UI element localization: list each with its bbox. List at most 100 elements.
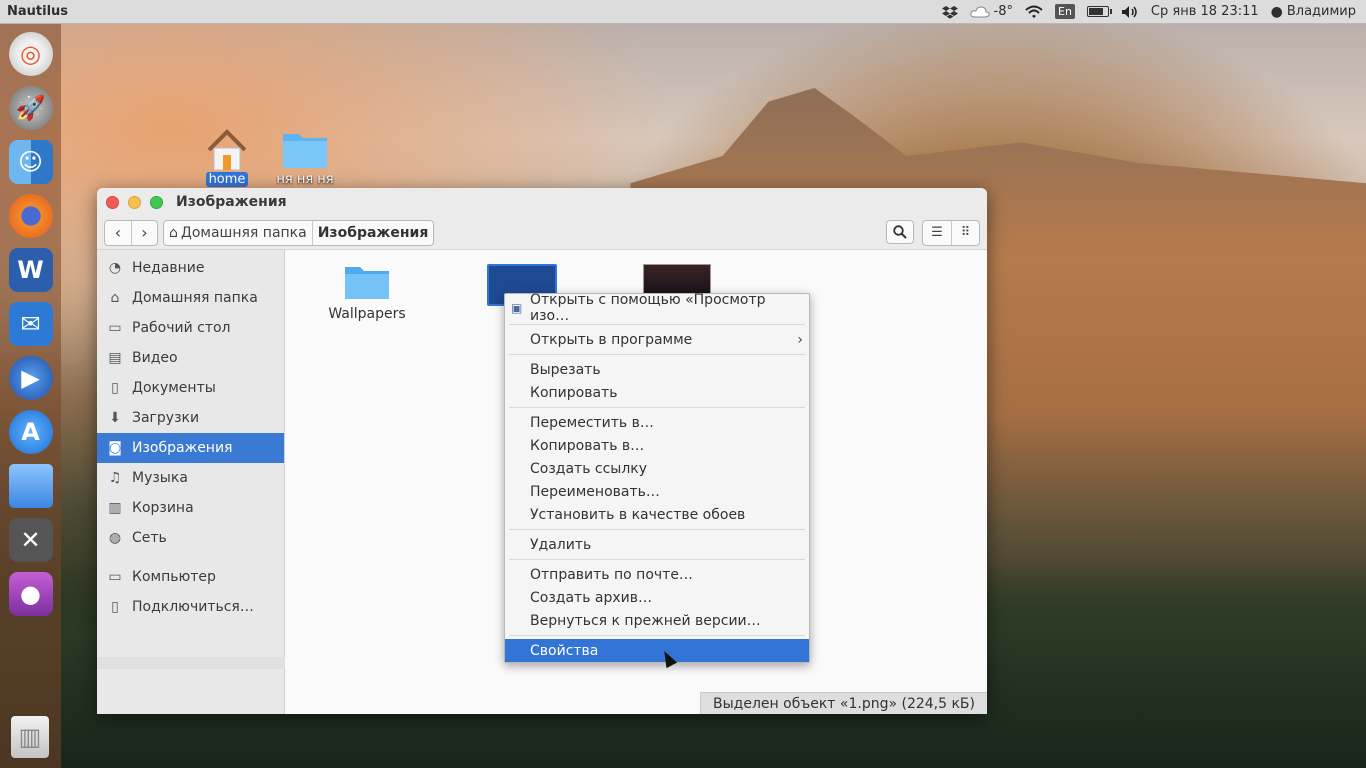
search-button[interactable] bbox=[886, 219, 914, 244]
maximize-button[interactable] bbox=[150, 195, 163, 209]
active-app-name: Nautilus bbox=[7, 4, 69, 19]
sidebar-item-label: Музыка bbox=[132, 470, 188, 486]
menu-item-send-by-email[interactable]: Отправить по почте… bbox=[505, 563, 809, 586]
trash-icon[interactable]: ▥ bbox=[11, 716, 49, 758]
context-menu: ▣ Открыть с помощью «Просмотр изо… Откры… bbox=[504, 292, 810, 663]
sidebar-item-label: Корзина bbox=[132, 500, 194, 516]
desktop-icon[interactable] bbox=[8, 464, 53, 508]
menu-separator bbox=[509, 324, 805, 325]
breadcrumb: ⌂ Домашняя папка Изображения bbox=[163, 219, 435, 246]
finder-icon[interactable]: ☺ bbox=[8, 140, 53, 184]
home-icon: ⌂ bbox=[110, 290, 120, 306]
menu-separator bbox=[509, 407, 805, 408]
menu-item-label: Открыть в программе bbox=[530, 331, 693, 348]
trash-icon: ▥ bbox=[108, 500, 122, 516]
downloads-icon: ⬇ bbox=[109, 410, 121, 426]
toolbar: ‹ › ⌂ Домашняя папка Изображения ☰ ⠿ bbox=[97, 216, 987, 250]
indicator-area: -8° En Ср янв 18 23:11 ● Владимир bbox=[941, 4, 1366, 20]
sidebar-item-network[interactable]: ◍ Сеть bbox=[97, 523, 284, 553]
menu-item-make-link[interactable]: Создать ссылку bbox=[505, 457, 809, 480]
wifi-icon[interactable] bbox=[1025, 5, 1043, 19]
window-titlebar[interactable]: Изображения bbox=[97, 188, 987, 216]
weather-indicator[interactable]: -8° bbox=[969, 4, 1013, 19]
rocket-launcher-icon[interactable]: 🚀 bbox=[8, 86, 53, 130]
breadcrumb-home[interactable]: ⌂ Домашняя папка bbox=[164, 221, 312, 245]
sidebar-item-pictures[interactable]: ◙ Изображения bbox=[97, 433, 284, 463]
desktop-icon: ▭ bbox=[108, 320, 122, 336]
file-item-name: Wallpapers bbox=[328, 306, 406, 322]
sidebar-item-label: Компьютер bbox=[132, 569, 216, 585]
menu-item-cut[interactable]: Вырезать bbox=[505, 358, 809, 381]
mail-bird-icon[interactable]: ✉ bbox=[8, 302, 53, 346]
menu-item-label: Установить в качестве обоев bbox=[530, 506, 746, 523]
close-button[interactable] bbox=[106, 195, 119, 209]
chevron-right-icon: › bbox=[797, 331, 803, 348]
desktop-item-folder[interactable]: ня ня ня bbox=[260, 128, 350, 187]
menu-item-revert-version[interactable]: Вернуться к прежней версии… bbox=[505, 609, 809, 632]
file-item-folder[interactable]: Wallpapers bbox=[315, 264, 419, 322]
system-tools-icon[interactable]: ✕ bbox=[8, 518, 53, 562]
app-store-icon[interactable]: A bbox=[8, 410, 53, 454]
sidebar-item-recent[interactable]: ◔ Недавние bbox=[97, 253, 284, 283]
menu-item-move-to[interactable]: Переместить в… bbox=[505, 411, 809, 434]
list-view-button[interactable]: ☰ bbox=[923, 221, 951, 245]
back-button[interactable]: ‹ bbox=[105, 221, 131, 245]
menu-item-copy-to[interactable]: Копировать в… bbox=[505, 434, 809, 457]
menu-item-copy[interactable]: Копировать bbox=[505, 381, 809, 404]
minimize-button[interactable] bbox=[128, 195, 141, 209]
firefox-icon[interactable] bbox=[8, 194, 53, 238]
menu-item-create-archive[interactable]: Создать архив… bbox=[505, 586, 809, 609]
sidebar-item-desktop[interactable]: ▭ Рабочий стол bbox=[97, 313, 284, 343]
grid-view-button[interactable]: ⠿ bbox=[951, 220, 979, 245]
menu-item-label: Вырезать bbox=[530, 361, 601, 378]
word-icon[interactable]: W bbox=[8, 248, 53, 292]
menu-item-set-wallpaper[interactable]: Установить в качестве обоев bbox=[505, 503, 809, 526]
menu-separator bbox=[509, 559, 805, 560]
dropbox-icon[interactable] bbox=[941, 5, 958, 19]
sidebar-item-label: Видео bbox=[132, 350, 178, 366]
desktop-item-home[interactable]: home bbox=[182, 128, 272, 187]
volume-icon[interactable] bbox=[1121, 5, 1139, 19]
keyboard-layout-indicator[interactable]: En bbox=[1055, 4, 1075, 19]
menu-item-label: Удалить bbox=[530, 536, 592, 553]
breadcrumb-current[interactable]: Изображения bbox=[311, 220, 434, 245]
sidebar-item-label: Документы bbox=[132, 380, 216, 396]
connect-icon: ▯ bbox=[111, 599, 119, 615]
sidebar-item-documents[interactable]: ▯ Документы bbox=[97, 373, 284, 403]
forward-button[interactable]: › bbox=[131, 220, 157, 245]
user-menu[interactable]: ● Владимир bbox=[1271, 4, 1356, 20]
image-viewer-icon: ▣ bbox=[511, 301, 523, 315]
grid-icon: ⠿ bbox=[960, 225, 971, 240]
menu-item-label: Создать ссылку bbox=[530, 460, 648, 477]
sidebar-item-home[interactable]: ⌂ Домашняя папка bbox=[97, 283, 284, 313]
menu-item-rename[interactable]: Переименовать… bbox=[505, 480, 809, 503]
toolbar-right: ☰ ⠿ bbox=[886, 219, 980, 246]
menu-item-open-with-viewer[interactable]: ▣ Открыть с помощью «Просмотр изо… bbox=[505, 292, 809, 324]
sidebar-scrollbar[interactable] bbox=[97, 657, 285, 669]
sidebar-item-video[interactable]: ▤ Видео bbox=[97, 343, 284, 373]
sidebar-item-computer[interactable]: ▭ Компьютер bbox=[97, 562, 284, 592]
battery-icon[interactable] bbox=[1086, 6, 1112, 17]
view-switcher: ☰ ⠿ bbox=[922, 219, 980, 246]
folder-icon bbox=[281, 128, 329, 170]
sidebar-item-downloads[interactable]: ⬇ Загрузки bbox=[97, 403, 284, 433]
menu-item-properties[interactable]: Свойства bbox=[505, 639, 809, 662]
sidebar: ◔ Недавние ⌂ Домашняя папка ▭ Рабочий стол … bbox=[97, 250, 285, 714]
media-player-icon[interactable]: ▶ bbox=[8, 356, 53, 400]
sidebar-item-label: Недавние bbox=[132, 260, 205, 276]
menu-item-label: Открыть с помощью «Просмотр изо… bbox=[530, 292, 766, 324]
screen-recorder-icon[interactable]: ● bbox=[8, 572, 53, 616]
menu-item-label: Переместить в… bbox=[530, 414, 654, 431]
apple-icon: ● bbox=[1270, 3, 1283, 20]
menu-item-delete[interactable]: Удалить bbox=[505, 533, 809, 556]
search-icon bbox=[893, 224, 907, 239]
sidebar-item-music[interactable]: ♫ Музыка bbox=[97, 463, 284, 493]
sidebar-item-connect[interactable]: ▯ Подключиться… bbox=[97, 592, 284, 622]
ubuntu-logo-icon[interactable]: ◎ bbox=[8, 32, 53, 76]
sidebar-item-label: Сеть bbox=[132, 530, 167, 546]
sidebar-item-label: Изображения bbox=[132, 440, 233, 456]
menu-item-open-with-app[interactable]: Открыть в программе › bbox=[505, 328, 809, 351]
clock[interactable]: Ср янв 18 23:11 bbox=[1151, 4, 1259, 19]
menu-item-label: Свойства bbox=[530, 642, 599, 659]
sidebar-item-trash[interactable]: ▥ Корзина bbox=[97, 493, 284, 523]
